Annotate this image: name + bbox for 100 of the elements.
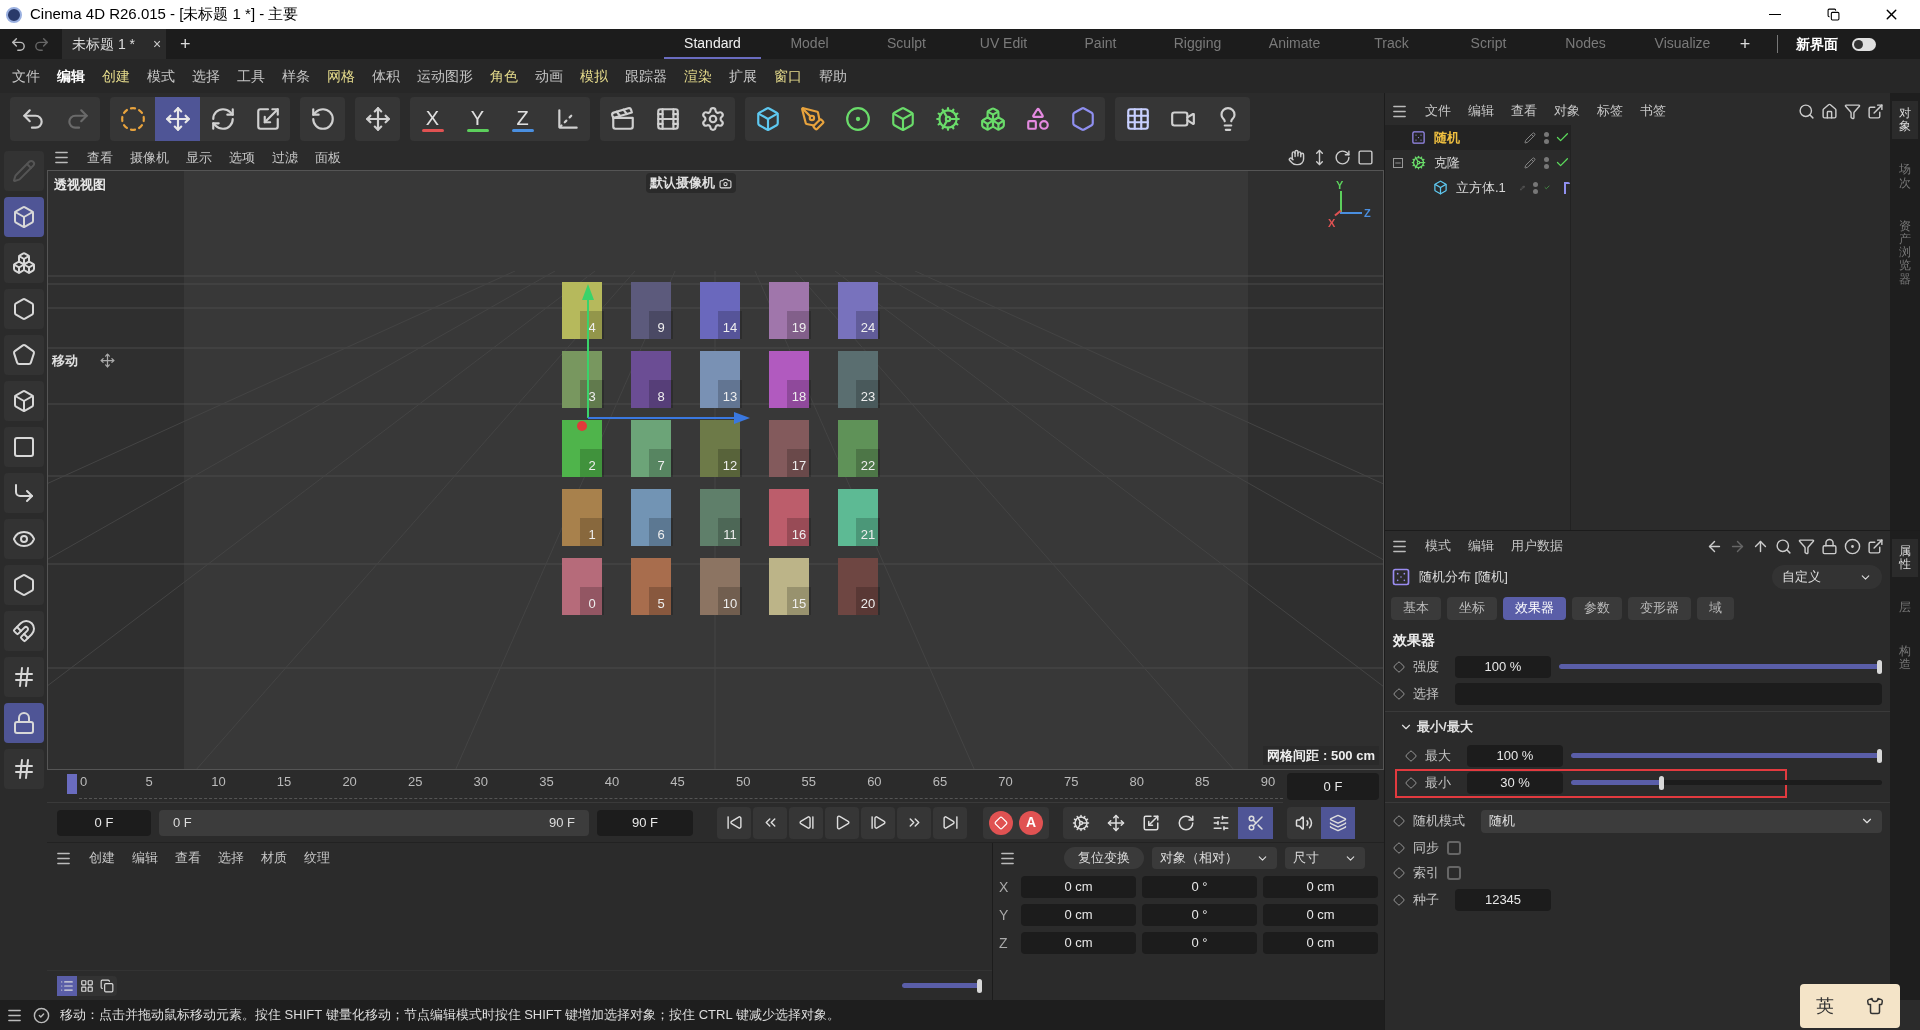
attribute-tab[interactable]: 效果器: [1503, 596, 1566, 620]
add-layout-button[interactable]: +: [1731, 30, 1759, 58]
layout-tab[interactable]: Rigging: [1149, 29, 1246, 59]
layout-tab[interactable]: UV Edit: [955, 29, 1052, 59]
menu-item[interactable]: 窗口: [774, 65, 802, 87]
axis-lock-button[interactable]: Y: [455, 97, 500, 141]
viewport-menu-item[interactable]: 显示: [186, 147, 212, 168]
side-tab[interactable]: 属性: [1892, 539, 1918, 578]
coordinate-field[interactable]: 0 cm: [1021, 932, 1136, 954]
group-header[interactable]: 最小/最大: [1385, 712, 1473, 742]
value-field[interactable]: 30 %: [1467, 771, 1563, 794]
timeline-toggle-button[interactable]: [1321, 806, 1355, 839]
mode-button[interactable]: [3, 703, 44, 743]
material-menu-item[interactable]: 查看: [175, 848, 201, 868]
coordinate-field[interactable]: 0 cm: [1021, 904, 1136, 926]
mode-button[interactable]: [3, 749, 44, 789]
menu-item[interactable]: 运动图形: [417, 65, 473, 87]
expand-toggle[interactable]: [1393, 157, 1403, 168]
coordinate-field[interactable]: 0 cm: [1263, 876, 1378, 898]
record-button[interactable]: [989, 810, 1013, 835]
mode-button[interactable]: [3, 519, 44, 559]
attribute-tab[interactable]: 基本: [1391, 596, 1441, 620]
layout-tab[interactable]: Nodes: [1537, 29, 1634, 59]
slider-handle[interactable]: [977, 978, 982, 993]
object-menu-item[interactable]: 书签: [1640, 101, 1666, 121]
viewport[interactable]: 透视视图 默认摄像机 移动 Y X Z 4 9 14 19 24 3 8 13 18 23 2 7 12 17 22 1 6 11 16 21 0 5 10 15 20 网格间距 : 500 cm: [47, 170, 1384, 770]
layout-tab[interactable]: Visualize: [1634, 29, 1731, 59]
value-field[interactable]: 100 %: [1467, 744, 1563, 767]
transport-button[interactable]: [897, 806, 931, 839]
mode-button[interactable]: [3, 565, 44, 605]
visibility-dots-icon[interactable]: [1544, 131, 1550, 144]
mode-button[interactable]: [3, 427, 44, 467]
layout-tab[interactable]: Paint: [1052, 29, 1149, 59]
menu-item[interactable]: 选择: [192, 65, 220, 87]
mode-button[interactable]: [3, 243, 44, 283]
object-menu-item[interactable]: 对象: [1554, 101, 1580, 121]
transport-button[interactable]: [933, 806, 967, 839]
start-frame-field[interactable]: 0 F: [57, 809, 151, 836]
keyframe-icon[interactable]: [1393, 660, 1405, 673]
attribute-menu-item[interactable]: 用户数据: [1511, 536, 1563, 556]
slider[interactable]: [1559, 659, 1882, 674]
mode-button[interactable]: [3, 473, 44, 513]
coordinate-field[interactable]: 0 cm: [1263, 932, 1378, 954]
object-menu-item[interactable]: 文件: [1425, 101, 1451, 121]
material-menu-item[interactable]: 选择: [218, 848, 244, 868]
menu-item[interactable]: 扩展: [729, 65, 757, 87]
phong-tag-icon[interactable]: [1563, 181, 1570, 194]
keyframe-icon[interactable]: [1405, 749, 1417, 762]
z-axis-arrow[interactable]: [587, 412, 750, 424]
axis-lock-button[interactable]: X: [410, 97, 455, 141]
menu-item[interactable]: 创建: [102, 65, 130, 87]
camera-label[interactable]: 默认摄像机: [646, 173, 736, 193]
menu-item[interactable]: 渲染: [684, 65, 712, 87]
keyframe-icon[interactable]: [1393, 894, 1405, 906]
object-menu-item[interactable]: 编辑: [1468, 101, 1494, 121]
layout-tab[interactable]: Script: [1440, 29, 1537, 59]
material-menu-item[interactable]: 创建: [89, 848, 115, 868]
viewport-menu-item[interactable]: 摄像机: [130, 147, 169, 168]
current-frame-field[interactable]: 0 F: [1287, 773, 1379, 800]
side-tab[interactable]: 对象: [1892, 101, 1918, 140]
mode-dropdown[interactable]: 随机: [1481, 809, 1882, 833]
key-toggle-button[interactable]: [1238, 806, 1273, 839]
menu-item[interactable]: 文件: [12, 65, 40, 87]
close-tab-button[interactable]: ×: [153, 33, 162, 55]
checkbox[interactable]: [1447, 865, 1461, 880]
menu-item[interactable]: 帮助: [819, 65, 847, 87]
material-menu-item[interactable]: 纹理: [304, 848, 330, 868]
attribute-tab[interactable]: 域: [1697, 596, 1734, 620]
new-tab-button[interactable]: +: [180, 30, 191, 58]
object-row[interactable]: 克隆: [1385, 150, 1570, 175]
size-mode-dropdown[interactable]: 尺寸: [1285, 847, 1365, 869]
document-tab[interactable]: 未标题 1 * ×: [62, 29, 166, 59]
menu-item[interactable]: 跟踪器: [625, 65, 667, 87]
layout-tab[interactable]: Sculpt: [858, 29, 955, 59]
material-menu-item[interactable]: 材质: [261, 848, 287, 868]
transport-button[interactable]: [717, 806, 751, 839]
reset-transform-button[interactable]: 复位变换: [1064, 847, 1144, 869]
timeline-ruler[interactable]: 0 5 10 15 20 25 30 35 40 45 50 55 60 65 70 75 80 85 90: [47, 770, 1283, 803]
slider[interactable]: [1571, 748, 1882, 763]
keyframe-icon[interactable]: [1393, 866, 1405, 879]
coordinate-field[interactable]: 0 °: [1142, 876, 1257, 898]
slider-handle[interactable]: [1877, 659, 1882, 674]
transport-button[interactable]: [861, 806, 895, 839]
material-menu-item[interactable]: 编辑: [132, 848, 158, 868]
end-frame-field[interactable]: 90 F: [597, 809, 693, 836]
slider-handle[interactable]: [1877, 748, 1882, 763]
layout-tab[interactable]: Animate: [1246, 29, 1343, 59]
attribute-tab[interactable]: 坐标: [1447, 596, 1497, 620]
attribute-menu-item[interactable]: 模式: [1425, 536, 1451, 556]
keyframe-icon[interactable]: [1393, 841, 1405, 854]
axis-lock-button[interactable]: Z: [500, 97, 545, 141]
menu-item[interactable]: 动画: [535, 65, 563, 87]
side-tab[interactable]: 资产浏览器: [1892, 213, 1918, 292]
coordinate-field[interactable]: 0 cm: [1263, 904, 1378, 926]
transport-button[interactable]: [789, 806, 823, 839]
slider[interactable]: [902, 978, 982, 993]
layout-tab[interactable]: Model: [761, 29, 858, 59]
side-tab[interactable]: 层: [1892, 595, 1918, 621]
frame-range-bar[interactable]: 0 F 90 F: [159, 809, 589, 836]
attribute-tab[interactable]: 变形器: [1628, 596, 1691, 620]
